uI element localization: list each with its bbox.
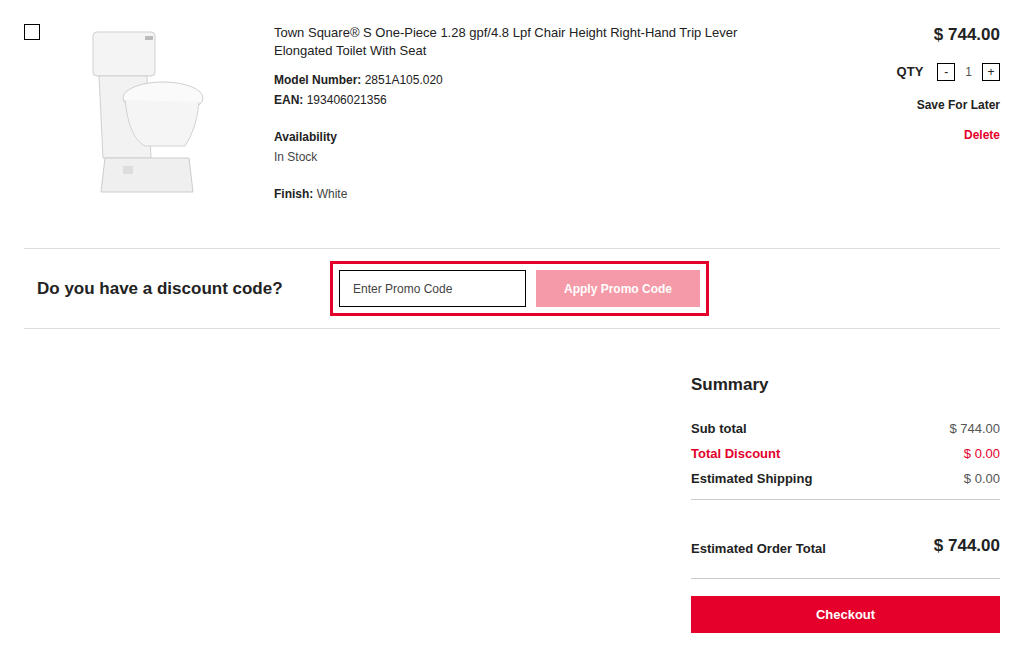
qty-decrease-button[interactable]: -	[937, 63, 955, 81]
model-number: Model Number: 2851A105.020	[274, 70, 754, 90]
order-total: Estimated Order Total$ 744.00	[691, 500, 1000, 579]
summary-row: Sub total$ 744.00	[691, 416, 1000, 441]
item-title[interactable]: Town Square® S One-Piece 1.28 gpf/4.8 Lp…	[274, 24, 744, 60]
save-for-later[interactable]: Save For Later	[917, 96, 1000, 114]
discount-row: Do you have a discount code? Apply Promo …	[24, 249, 1000, 329]
availability-label: Availability	[274, 127, 754, 147]
delete-link[interactable]: Delete	[964, 126, 1000, 144]
item-checkbox[interactable]	[24, 24, 40, 40]
item-actions: $ 744.00QTY-1+Save For LaterDelete	[754, 24, 1000, 248]
item-price: $ 744.00	[934, 24, 1000, 46]
cart-page: Town Square® S One-Piece 1.28 gpf/4.8 Lp…	[0, 0, 1024, 650]
summary-row: Total Discount$ 0.00	[691, 441, 1000, 466]
apply-promo-button[interactable]: Apply Promo Code	[536, 270, 700, 307]
promo-highlight: Apply Promo Code	[330, 261, 709, 316]
ean: EAN: 193406021356	[274, 90, 754, 110]
finish: Finish: White	[274, 184, 754, 204]
discount-prompt: Do you have a discount code?	[24, 276, 330, 302]
product-image[interactable]	[85, 28, 205, 198]
cart-item: Town Square® S One-Piece 1.28 gpf/4.8 Lp…	[24, 0, 1000, 249]
summary-title: Summary	[691, 375, 1000, 395]
summary-panel: Summary Sub total$ 744.00Total Discount$ …	[691, 375, 1000, 633]
checkout-button[interactable]: Checkout	[691, 596, 1000, 633]
item-details: Town Square® S One-Piece 1.28 gpf/4.8 Lp…	[274, 24, 754, 248]
summary-row: Estimated Shipping$ 0.00	[691, 466, 1000, 491]
qty-increase-button[interactable]: +	[982, 63, 1000, 81]
availability-value: In Stock	[274, 147, 754, 167]
qty-control: QTY-1+	[897, 62, 1000, 82]
qty-value[interactable]: 1	[963, 63, 974, 81]
promo-input[interactable]	[339, 270, 526, 307]
